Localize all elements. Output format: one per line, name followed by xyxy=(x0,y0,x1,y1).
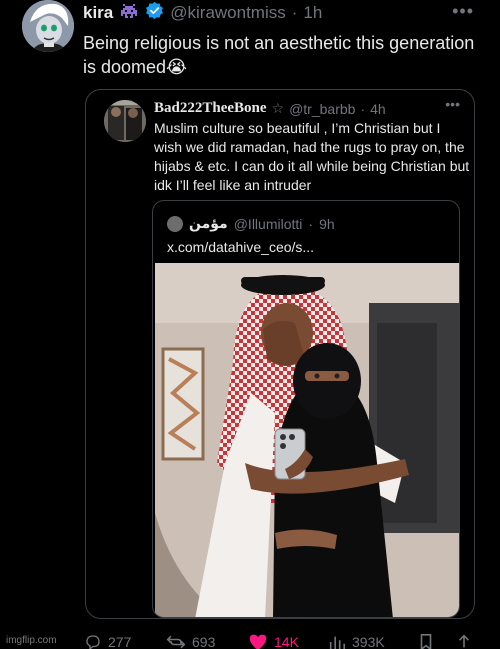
like-count: 14K xyxy=(274,634,299,649)
share-icon xyxy=(456,633,472,649)
alien-monster-icon xyxy=(119,2,139,25)
quote-avatar-image xyxy=(104,100,146,142)
bookmark-icon xyxy=(418,633,434,649)
reply-button[interactable]: 277 xyxy=(84,633,131,649)
heart-filled-icon xyxy=(248,633,268,649)
share-button[interactable] xyxy=(456,633,472,649)
reply-count: 277 xyxy=(108,634,132,649)
quote-author-avatar[interactable] xyxy=(104,100,146,142)
repost-count: 693 xyxy=(192,634,216,649)
nested-quote-handle[interactable]: @Illumilotti xyxy=(234,216,303,232)
more-options-icon[interactable]: ••• xyxy=(452,2,474,20)
nested-quoted-tweet[interactable]: مؤمن @Illumilotti · 9h x.com/datahive_ce… xyxy=(152,200,460,618)
repost-icon xyxy=(166,633,186,649)
tweet: kira @kirawontmiss · 1h ••• Being religi… xyxy=(0,0,500,649)
tweet-actions: 277 693 14K 393K xyxy=(0,630,500,649)
quote-more-options-icon[interactable]: ••• xyxy=(445,97,460,111)
photo-illustration xyxy=(155,263,459,617)
bookmark-button[interactable] xyxy=(418,633,434,649)
nested-quote-author-name[interactable]: مؤمن xyxy=(189,215,228,232)
quoted-tweet[interactable]: Bad222TheeBone ☆ @tr_barbb · 4h ••• Musl… xyxy=(85,89,475,619)
views-count: 393K xyxy=(352,634,385,649)
tweet-timestamp[interactable]: 1h xyxy=(303,3,322,23)
tweet-text: Being religious is not an aesthetic this… xyxy=(83,33,475,77)
views-chart-icon xyxy=(328,633,346,649)
quote-author-handle[interactable]: @tr_barbb xyxy=(289,101,355,117)
mirror-selfie-photo[interactable] xyxy=(155,263,459,617)
star-badge-icon: ☆ xyxy=(271,100,285,116)
separator-dot: · xyxy=(308,215,314,232)
quote-timestamp[interactable]: 4h xyxy=(370,101,386,117)
separator-dot: · xyxy=(291,3,298,22)
separator-dot: · xyxy=(360,100,366,117)
quote-text: Muslim culture so beautiful , I’m Christ… xyxy=(154,120,470,193)
views-button[interactable]: 393K xyxy=(328,633,385,649)
author-name[interactable]: kira xyxy=(83,3,113,23)
nested-quote-avatar[interactable] xyxy=(167,215,183,232)
quote-author-name[interactable]: Bad222TheeBone xyxy=(154,100,267,117)
repost-button[interactable]: 693 xyxy=(166,633,215,649)
reply-icon xyxy=(84,633,102,649)
nested-quote-link[interactable]: x.com/datahive_ceo/s... xyxy=(167,239,314,255)
tweet-header: kira @kirawontmiss · 1h xyxy=(83,1,322,25)
verified-badge-icon xyxy=(145,1,164,25)
quote-header: Bad222TheeBone ☆ @tr_barbb · 4h xyxy=(154,100,386,117)
like-button[interactable]: 14K xyxy=(248,633,299,649)
author-avatar-image xyxy=(22,0,74,52)
author-avatar[interactable] xyxy=(22,0,74,52)
nested-quote-header: مؤمن @Illumilotti · 9h xyxy=(167,215,335,232)
author-handle[interactable]: @kirawontmiss xyxy=(170,3,286,23)
nested-quote-timestamp[interactable]: 9h xyxy=(319,216,335,232)
